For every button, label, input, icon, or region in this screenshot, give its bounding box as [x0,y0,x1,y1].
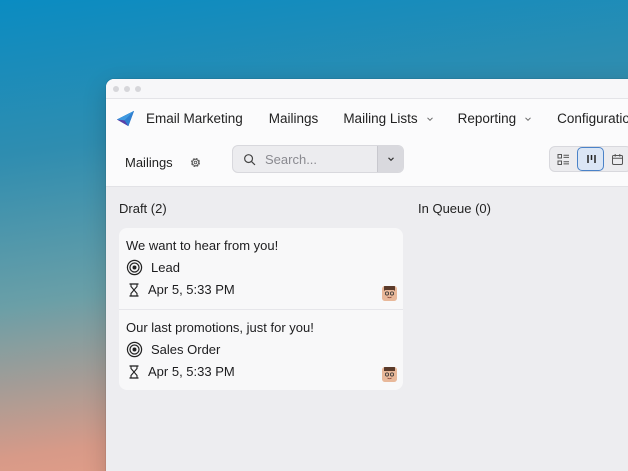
avatar-face-icon [382,367,397,382]
nav-reporting[interactable]: Reporting [458,111,533,126]
card-date: Apr 5, 5:33 PM [148,282,235,297]
chevron-down-icon [525,116,531,121]
calendar-view-icon [612,153,623,165]
app-logo-icon [116,110,135,127]
search-box [232,145,404,173]
list-view-icon [557,153,569,165]
search-icon [244,153,256,165]
gear-icon[interactable] [189,156,202,169]
hourglass-icon [129,364,139,379]
breadcrumb[interactable]: Mailings [125,155,173,170]
kanban-view-icon [586,155,596,163]
control-panel: Mailings [106,138,628,187]
card-recipient-model: Lead [151,260,180,275]
column-title-in-queue: In Queue (0) [418,201,491,216]
app-window: Email Marketing Mailings Mailing Lists R… [106,79,628,471]
target-icon [126,341,143,358]
card-title: We want to hear from you! [126,238,279,253]
card-date-row: Apr 5, 5:33 PM [126,282,396,297]
nav-reporting-label: Reporting [457,111,517,126]
top-navbar: Email Marketing Mailings Mailing Lists R… [106,99,628,138]
avatar[interactable] [382,367,397,382]
card-date-row: Apr 5, 5:33 PM [126,364,396,379]
avatar[interactable] [382,286,397,301]
card-recipient-row: Sales Order [126,341,396,358]
window-titlebar [106,79,628,99]
window-zoom-dot[interactable] [135,85,141,92]
kanban-card[interactable]: Our last promotions, just for you! Sales… [119,309,403,390]
kanban-card[interactable]: We want to hear from you! Lead Apr 5, 5:… [119,228,403,309]
list-view-button[interactable] [550,147,577,171]
search-input[interactable] [265,151,373,167]
card-title: Our last promotions, just for you! [126,320,314,335]
avatar-face-icon [382,286,397,301]
column-title-draft: Draft (2) [119,201,167,216]
draft-card-list: We want to hear from you! Lead Apr 5, 5:… [119,228,403,390]
view-switcher [549,146,628,172]
kanban-view-button[interactable] [577,147,604,171]
search-options-toggle[interactable] [377,146,403,172]
kanban-board: Draft (2) In Queue (0) We want to hear f… [106,187,628,471]
nav-configuration[interactable]: Configuratio [557,111,628,126]
nav-mailings[interactable]: Mailings [269,111,319,126]
window-close-dot[interactable] [113,85,119,92]
app-brand[interactable]: Email Marketing [116,109,269,128]
card-date: Apr 5, 5:33 PM [148,364,235,379]
calendar-view-button[interactable] [604,147,628,171]
chevron-down-icon [387,157,394,162]
chevron-down-icon [426,116,433,121]
hourglass-icon [129,282,139,297]
nav-mailing-lists[interactable]: Mailing Lists [343,111,433,126]
card-recipient-model: Sales Order [151,342,221,357]
card-recipient-row: Lead [126,259,396,276]
target-icon [126,259,143,276]
window-minimize-dot[interactable] [124,85,130,92]
app-title[interactable]: Email Marketing [146,111,243,126]
nav-mailing-lists-label: Mailing Lists [343,111,418,126]
